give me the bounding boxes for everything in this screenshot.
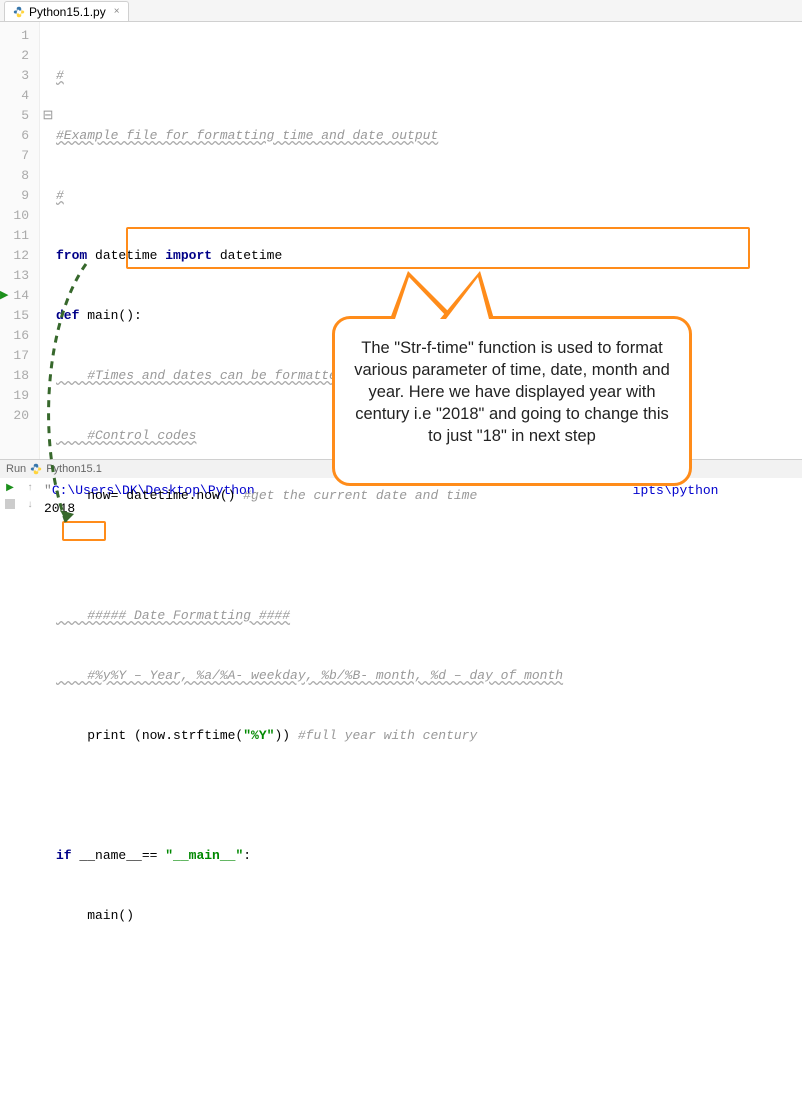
line-number: 11	[0, 226, 29, 246]
run-label: Run	[6, 463, 26, 475]
line-number: 10	[0, 206, 29, 226]
code-comment: #Example file for formatting time and da…	[56, 128, 438, 143]
line-number: 3	[0, 66, 29, 86]
line-number: 4	[0, 86, 29, 106]
code-comment: #%y%Y – Year, %a/%A- weekday, %b/%B- mon…	[56, 668, 563, 683]
code-comment: #full year with century	[298, 728, 477, 743]
python-file-icon	[13, 6, 25, 18]
keyword-from: from	[56, 248, 87, 263]
annotation-callout: The "Str-f-time" function is used to for…	[332, 316, 692, 486]
run-line-indicator-icon: ▶	[0, 286, 8, 306]
fold-column: ⊟ ▶	[40, 22, 56, 459]
line-number: 7	[0, 146, 29, 166]
code-comment: #get the current date and time	[243, 488, 477, 503]
line-number: 9	[0, 186, 29, 206]
string-literal: "%Y"	[243, 728, 274, 743]
string-literal: "__main__"	[165, 848, 243, 863]
arrow-up-icon[interactable]: ↑	[28, 482, 33, 493]
code-comment: #	[56, 68, 64, 83]
stop-icon[interactable]	[5, 499, 15, 509]
line-number: 15	[0, 306, 29, 326]
line-number: 6	[0, 126, 29, 146]
annotation-highlight-code	[126, 227, 750, 269]
line-number: 18	[0, 366, 29, 386]
tab-label: Python15.1.py	[29, 5, 106, 19]
arrow-down-icon[interactable]: ↓	[28, 499, 33, 510]
line-number: 13	[0, 266, 29, 286]
line-number: 1	[0, 26, 29, 46]
line-number: 5	[0, 106, 29, 126]
editor-tab[interactable]: Python15.1.py ×	[4, 1, 129, 21]
keyword-if: if	[56, 848, 72, 863]
fold-toggle-icon[interactable]: ⊟	[40, 106, 56, 126]
line-number: 20	[0, 406, 29, 426]
line-number: 19	[0, 386, 29, 406]
console-control-gutter: ▶	[0, 478, 20, 532]
line-number: 16	[0, 326, 29, 346]
code-comment: #Control codes	[56, 428, 196, 443]
rerun-icon[interactable]: ▶	[6, 482, 14, 493]
code-comment: #	[56, 188, 64, 203]
keyword-def: def	[56, 308, 79, 323]
console-nav-gutter: ↑ ↓	[20, 478, 40, 532]
callout-text: The "Str-f-time" function is used to for…	[354, 339, 670, 445]
line-number: 17	[0, 346, 29, 366]
code-comment: ##### Date Formatting ####	[56, 608, 290, 623]
line-number: 12	[0, 246, 29, 266]
line-number: 8	[0, 166, 29, 186]
tab-close-icon[interactable]: ×	[114, 6, 120, 17]
annotation-highlight-output	[62, 521, 106, 541]
tab-bar: Python15.1.py ×	[0, 0, 802, 22]
line-number-gutter: 1 2 3 4 5 6 7 8 9 10 11 12 13 14 15 16 1…	[0, 22, 40, 459]
python-file-icon	[30, 463, 42, 475]
line-number: 2	[0, 46, 29, 66]
